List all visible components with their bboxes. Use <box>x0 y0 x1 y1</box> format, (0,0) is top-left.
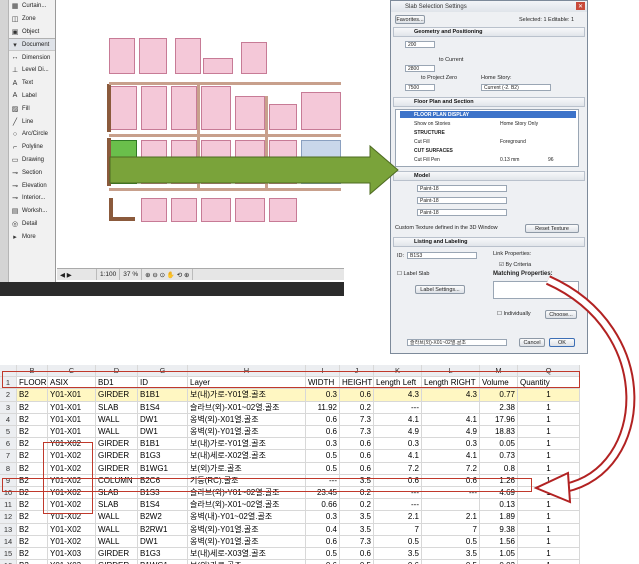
annotation-arrows <box>109 144 636 504</box>
red-arrow-head <box>533 471 572 504</box>
green-arrow <box>109 144 399 196</box>
red-curved-arrow <box>545 275 636 493</box>
root: ▦ Curtain... ◫ Zone ▣ Object ▾ Document ↔ Dime… <box>0 0 639 564</box>
